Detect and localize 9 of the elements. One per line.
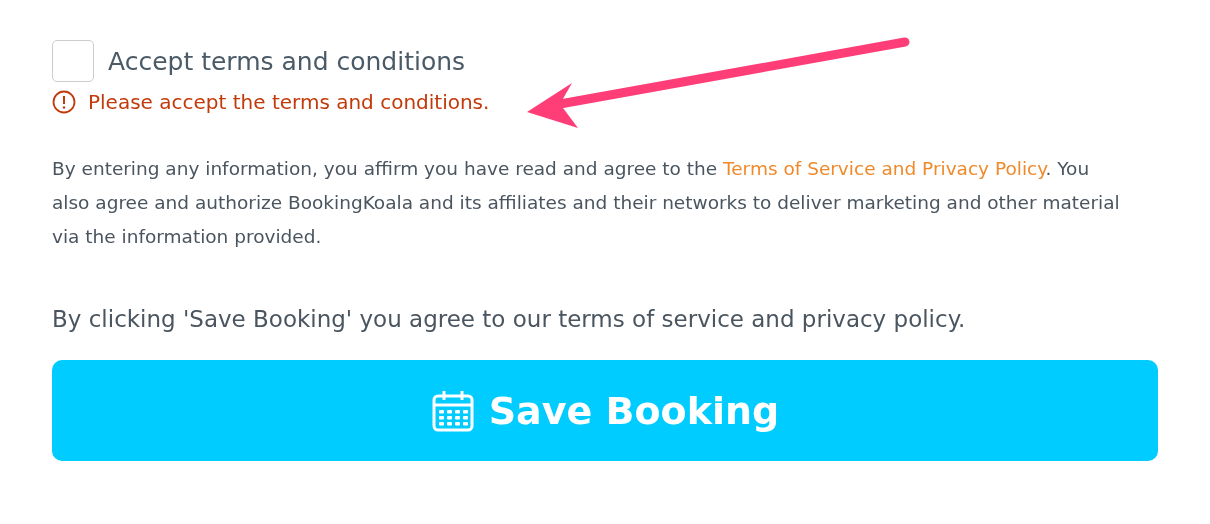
calendar-icon xyxy=(430,388,475,433)
error-message: Please accept the terms and conditions. xyxy=(88,90,490,114)
checkbox[interactable] xyxy=(52,40,94,82)
disclaimer-text: By entering any information, you affirm you have read and agree to the Terms of Service and Privacy Policy. You also agree and authorize BookingKoala and its affiliates and their networks to deliver marketing and other material via the information provided. xyxy=(52,157,1121,249)
alert-icon xyxy=(52,90,76,114)
save-booking-button[interactable]: Save Booking xyxy=(52,360,1158,461)
agreement-text: By clicking 'Save Booking' you agree to our terms of service and privacy policy. xyxy=(52,306,967,332)
terms-link[interactable]: Terms of Service and Privacy Policy xyxy=(723,158,1046,179)
checkbox-label: Accept terms and conditions xyxy=(108,46,466,76)
